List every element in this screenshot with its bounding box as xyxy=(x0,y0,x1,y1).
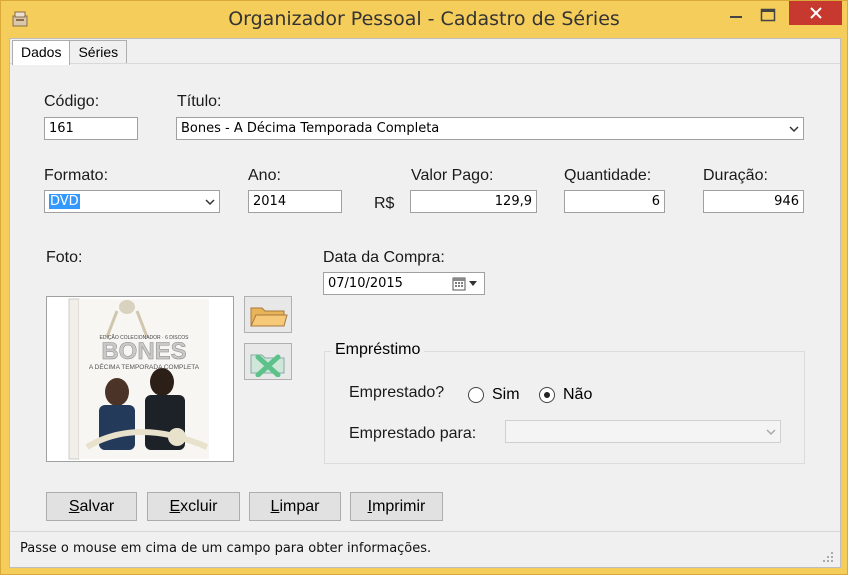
emprestimo-group-title: Empréstimo xyxy=(331,341,425,359)
cover-photo: EDIÇÃO COLECIONADOR · 6 DISCOS BONES A D… xyxy=(46,296,234,462)
formato-combo[interactable]: DVD xyxy=(44,190,220,213)
chevron-down-icon[interactable] xyxy=(205,198,215,206)
radio-nao[interactable]: Não xyxy=(539,386,592,404)
salvar-label: alvar xyxy=(79,497,115,515)
limpar-label: impar xyxy=(279,497,320,515)
maximize-icon xyxy=(760,8,776,22)
application-window: Organizador Pessoal - Cadastro de Séries… xyxy=(0,0,848,575)
tab-strip: Dados Séries xyxy=(12,40,128,65)
chevron-down-icon[interactable] xyxy=(789,125,799,133)
data-compra-value: 07/10/2015 xyxy=(328,276,403,291)
titulo-value: Bones - A Décima Temporada Completa xyxy=(181,121,440,136)
emprestimo-group: Empréstimo Emprestado? Sim Não Emprestad… xyxy=(324,341,805,464)
title-bar[interactable]: Organizador Pessoal - Cadastro de Séries xyxy=(1,1,847,38)
quantidade-label: Quantidade: xyxy=(564,167,652,184)
tab-dados[interactable]: Dados xyxy=(12,40,71,65)
ano-field[interactable]: 2014 xyxy=(248,190,342,213)
status-bar: Passe o mouse em cima de um campo para o… xyxy=(10,531,840,567)
codigo-label: Código: xyxy=(44,93,100,110)
emprestado-para-label: Emprestado para: xyxy=(349,425,477,442)
emprestado-label: Emprestado? xyxy=(349,384,445,401)
cover-subtitle: A DÉCIMA TEMPORADA COMPLETA xyxy=(89,362,200,371)
client-area: Dados Séries Código: 161 Título: Bones -… xyxy=(9,38,841,568)
duracao-label: Duração: xyxy=(703,167,768,184)
codigo-field[interactable]: 161 xyxy=(44,117,138,140)
delete-photo-icon xyxy=(250,354,285,377)
cover-image: EDIÇÃO COLECIONADOR · 6 DISCOS BONES A D… xyxy=(47,297,233,461)
salvar-mnemonic: S xyxy=(68,497,80,515)
ano-label: Ano: xyxy=(248,167,281,184)
excluir-button[interactable]: Excluir xyxy=(147,492,240,521)
imprimir-label: mprimir xyxy=(372,497,426,515)
radio-sim-circle[interactable] xyxy=(468,387,484,403)
maximize-button[interactable] xyxy=(753,1,783,29)
limpar-button[interactable]: Limpar xyxy=(249,492,341,521)
currency-label: R$ xyxy=(374,195,395,212)
titulo-combo[interactable]: Bones - A Décima Temporada Completa xyxy=(176,117,804,140)
cover-brand: BONES xyxy=(101,338,186,365)
tab-series[interactable]: Séries xyxy=(69,40,128,64)
radio-sim[interactable]: Sim xyxy=(468,386,520,404)
tab-page-dados: Código: 161 Título: Bones - A Décima Tem… xyxy=(10,63,840,531)
open-photo-button[interactable] xyxy=(244,296,292,333)
status-text: Passe o mouse em cima de um campo para o… xyxy=(20,541,432,556)
calendar-icon[interactable] xyxy=(452,277,480,291)
imprimir-button[interactable]: Imprimir xyxy=(350,492,443,521)
duracao-field[interactable]: 946 xyxy=(703,190,804,213)
remove-photo-button[interactable] xyxy=(244,343,292,380)
valor-pago-field[interactable]: 129,9 xyxy=(410,190,537,213)
quantidade-field[interactable]: 6 xyxy=(564,190,665,213)
formato-label: Formato: xyxy=(44,167,109,184)
data-compra-picker[interactable]: 07/10/2015 xyxy=(323,272,485,295)
radio-nao-circle[interactable] xyxy=(539,387,555,403)
emprestado-para-combo[interactable] xyxy=(505,420,781,443)
valor-pago-label: Valor Pago: xyxy=(411,167,494,184)
excluir-label: xcluir xyxy=(180,497,218,515)
salvar-button[interactable]: Salvar xyxy=(46,492,137,521)
chevron-down-icon[interactable] xyxy=(766,428,776,436)
formato-value: DVD xyxy=(49,194,80,209)
close-icon xyxy=(809,7,822,19)
limpar-mnemonic: L xyxy=(270,497,280,515)
radio-sim-label: Sim xyxy=(492,386,520,403)
resize-grip-icon[interactable] xyxy=(822,551,834,563)
data-compra-label: Data da Compra: xyxy=(323,249,445,266)
foto-label: Foto: xyxy=(46,249,83,266)
minimize-icon xyxy=(730,16,742,18)
minimize-button[interactable] xyxy=(721,1,751,29)
close-button[interactable] xyxy=(789,1,842,25)
excluir-mnemonic: E xyxy=(169,497,181,515)
titulo-label: Título: xyxy=(177,93,222,110)
folder-icon xyxy=(250,307,288,326)
radio-nao-label: Não xyxy=(563,386,593,403)
